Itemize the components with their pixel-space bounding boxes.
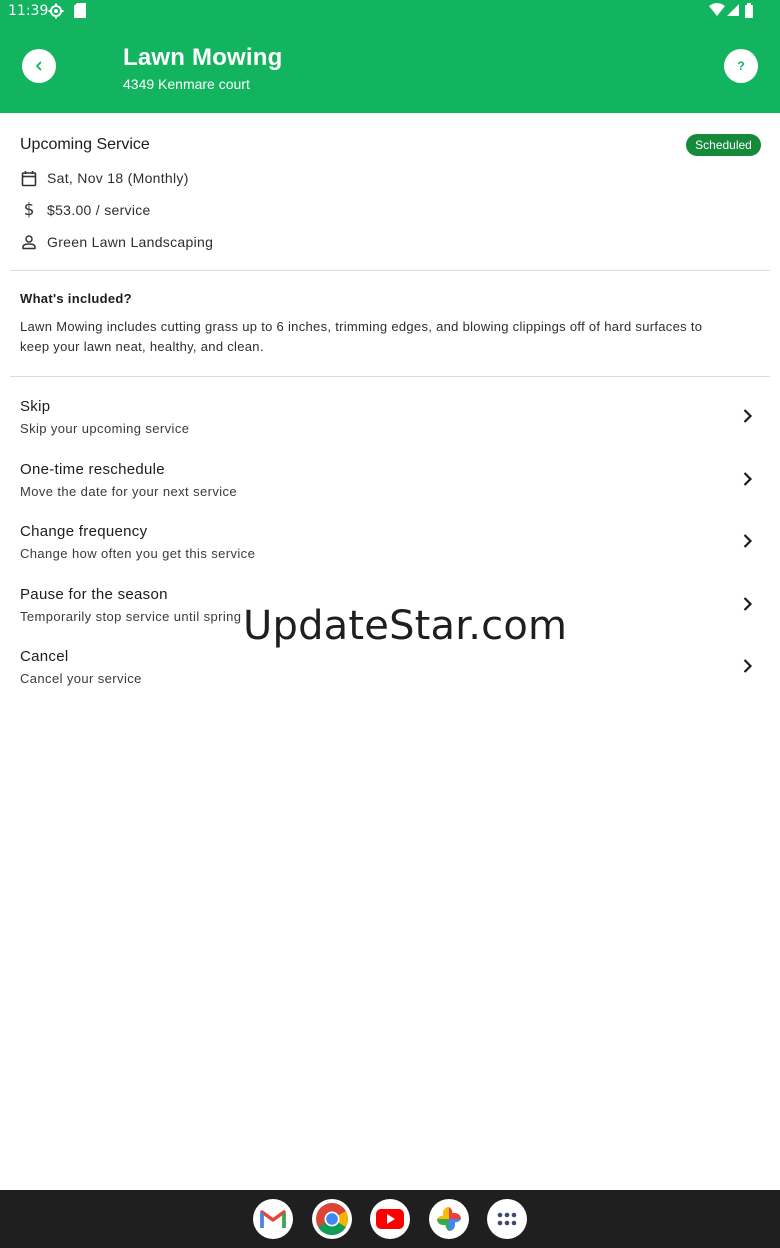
option-subtitle: Skip your upcoming service — [20, 421, 190, 436]
option-subtitle: Move the date for your next service — [20, 484, 238, 499]
option-subtitle: Temporarily stop service until spring — [20, 609, 242, 624]
option-subtitle: Change how often you get this service — [20, 546, 256, 561]
battery-icon — [745, 3, 753, 21]
chevron-right-icon — [738, 595, 756, 613]
option-title: Pause for the season — [20, 586, 168, 603]
app-header: 11:39 Lawn Mowing 4349 Kenmare court ? — [0, 0, 780, 113]
whats-included-description: Lawn Mowing includes cutting grass up to… — [20, 319, 703, 354]
option-title: Skip — [20, 398, 51, 415]
option-one-time-reschedule[interactable]: One-time reschedule Move the date for yo… — [0, 461, 780, 521]
service-price-row: $ $53.00 / service — [20, 199, 151, 221]
status-time: 11:39 — [8, 3, 49, 19]
youtube-icon[interactable] — [370, 1199, 410, 1239]
option-cancel[interactable]: Cancel Cancel your service — [0, 648, 780, 708]
whats-included-title: What's included? — [20, 291, 132, 306]
calendar-icon — [20, 169, 38, 187]
service-provider-row: Green Lawn Landscaping — [20, 231, 213, 253]
photos-icon[interactable] — [429, 1199, 469, 1239]
gmail-icon[interactable] — [253, 1199, 293, 1239]
service-date: Sat, Nov 18 (Monthly) — [47, 170, 189, 186]
taskbar-dock — [0, 1190, 780, 1248]
page-title: Lawn Mowing — [123, 44, 283, 71]
help-button[interactable]: ? — [724, 49, 758, 83]
chevron-right-icon — [738, 657, 756, 675]
chevron-left-icon — [33, 60, 45, 72]
wifi-icon — [709, 3, 725, 20]
option-skip[interactable]: Skip Skip your upcoming service — [0, 398, 780, 458]
person-icon — [20, 233, 38, 251]
watermark: UpdateStar.com — [243, 603, 568, 649]
service-provider: Green Lawn Landscaping — [47, 234, 214, 250]
help-icon: ? — [737, 59, 745, 73]
cell-signal-icon — [727, 3, 739, 20]
chrome-icon[interactable] — [312, 1199, 352, 1239]
service-date-row: Sat, Nov 18 (Monthly) — [20, 167, 189, 189]
divider — [10, 376, 770, 377]
chevron-right-icon — [738, 470, 756, 488]
settings-gear-icon — [48, 3, 64, 22]
back-button[interactable] — [22, 49, 56, 83]
option-title: One-time reschedule — [20, 461, 165, 478]
chevron-right-icon — [738, 407, 756, 425]
status-badge: Scheduled — [686, 134, 761, 156]
upcoming-service-title: Upcoming Service — [20, 136, 150, 153]
option-title: Cancel — [20, 648, 69, 665]
chevron-right-icon — [738, 532, 756, 550]
status-bar: 11:39 — [0, 0, 780, 24]
divider — [10, 270, 770, 271]
sd-card-icon — [74, 3, 86, 21]
dollar-icon: $ — [23, 200, 35, 220]
option-title: Change frequency — [20, 523, 148, 540]
option-subtitle: Cancel your service — [20, 671, 142, 686]
service-price: $53.00 / service — [47, 202, 151, 218]
page-subtitle-address: 4349 Kenmare court — [123, 76, 250, 92]
option-change-frequency[interactable]: Change frequency Change how often you ge… — [0, 523, 780, 583]
app-drawer-icon[interactable] — [487, 1199, 527, 1239]
